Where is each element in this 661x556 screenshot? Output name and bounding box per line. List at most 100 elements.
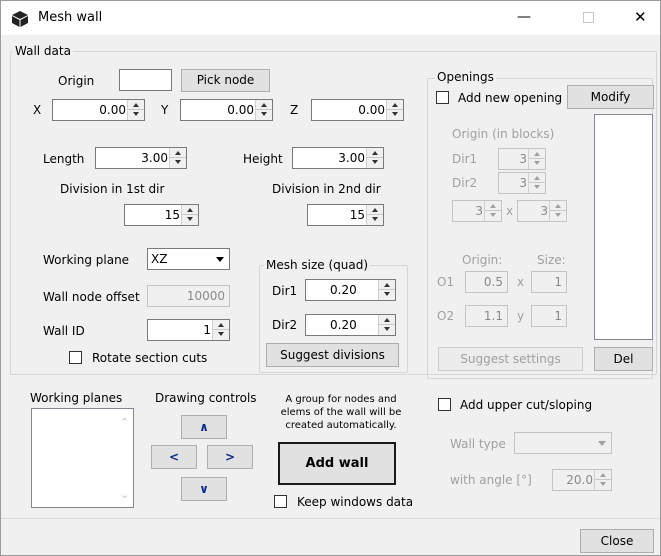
length-spin[interactable] <box>169 148 186 168</box>
size-header: Size: <box>537 253 566 267</box>
opening-size-b-spin[interactable] <box>549 201 566 221</box>
footer-divider <box>1 518 660 519</box>
upper-cut-label: Add upper cut/sloping <box>460 398 593 412</box>
mesh-wall-window: Mesh wall — ✕ Wall data Origin Pick node… <box>0 0 661 556</box>
working-planes-scrollbar[interactable]: ⌃ ⌄ <box>116 409 133 507</box>
o1-x-label: x <box>517 275 525 289</box>
add-wall-button[interactable]: Add wall <box>278 442 396 485</box>
opening-size-a-value: 3 <box>475 204 483 218</box>
opening-dir2-stepper[interactable]: 3 <box>498 172 546 194</box>
rotate-section-checkbox[interactable] <box>69 351 82 364</box>
opening-dir2-spin[interactable] <box>528 173 545 193</box>
height-label: Height <box>243 152 283 166</box>
y-spin[interactable] <box>255 100 272 120</box>
working-planes-label: Working planes <box>30 391 123 405</box>
move-down-button[interactable]: ∨ <box>181 477 227 501</box>
mesh-dir2-spin[interactable] <box>378 315 395 335</box>
origin-blocks-label: Origin (in blocks) <box>452 127 555 141</box>
working-planes-list[interactable]: ⌃ ⌄ <box>31 408 134 508</box>
opening-size-a-spin[interactable] <box>484 201 501 221</box>
x-stepper[interactable]: 0.00 <box>52 99 145 121</box>
opening-dir1-value: 3 <box>519 152 527 166</box>
keep-windows-checkbox[interactable] <box>274 495 287 508</box>
z-spin[interactable] <box>386 100 403 120</box>
working-plane-select[interactable]: XZ <box>147 248 230 270</box>
angle-stepper[interactable]: 20.0 <box>552 469 612 491</box>
move-right-button[interactable]: > <box>207 445 253 469</box>
length-value: 3.00 <box>141 151 168 165</box>
division-2nd-stepper[interactable]: 15 <box>307 204 384 226</box>
wall-data-legend: Wall data <box>13 44 73 58</box>
o2-origin-field: 1.1 <box>465 305 508 327</box>
openings-list[interactable] <box>594 114 653 340</box>
mesh-dir1-stepper[interactable]: 0.20 <box>305 279 396 301</box>
x-value: 0.00 <box>99 103 126 117</box>
mesh-dir1-spin[interactable] <box>378 280 395 300</box>
x-spin[interactable] <box>127 100 144 120</box>
wall-id-spin[interactable] <box>212 320 229 340</box>
o1-size-field: 1 <box>531 271 567 293</box>
move-left-button[interactable]: < <box>151 445 197 469</box>
division-2nd-value: 15 <box>349 208 365 222</box>
origin-input[interactable] <box>119 69 172 91</box>
division-1st-spin[interactable] <box>181 205 198 225</box>
openings-legend: Openings <box>435 70 496 84</box>
height-value: 3.00 <box>338 151 365 165</box>
maximize-button <box>583 12 594 23</box>
chevron-down-icon <box>594 433 611 453</box>
opening-size-b-stepper[interactable]: 3 <box>517 200 567 222</box>
close-button[interactable]: Close <box>580 529 654 553</box>
mesh-dir2-stepper[interactable]: 0.20 <box>305 314 396 336</box>
drawing-controls-label: Drawing controls <box>155 391 257 405</box>
z-value: 0.00 <box>358 103 385 117</box>
upper-cut-checkbox[interactable] <box>438 398 451 411</box>
division-1st-label: Division in 1st dir <box>60 182 165 196</box>
keep-windows-label: Keep windows data <box>297 495 414 509</box>
division-1st-stepper[interactable]: 15 <box>124 204 199 226</box>
angle-value: 20.0 <box>566 473 593 487</box>
suggest-divisions-button[interactable]: Suggest divisions <box>266 343 399 367</box>
length-stepper[interactable]: 3.00 <box>95 147 187 169</box>
window-title: Mesh wall <box>38 10 103 25</box>
x-label: X <box>33 103 42 117</box>
modify-button[interactable]: Modify <box>567 85 654 109</box>
opening-dir2-value: 3 <box>519 176 527 190</box>
node-offset-label: Wall node offset <box>43 290 140 304</box>
height-stepper[interactable]: 3.00 <box>292 147 384 169</box>
z-label: Z <box>290 103 299 117</box>
pick-node-button[interactable]: Pick node <box>181 69 270 92</box>
minimize-button[interactable]: — <box>517 9 531 25</box>
suggest-settings-button[interactable]: Suggest settings <box>438 347 583 371</box>
height-spin[interactable] <box>366 148 383 168</box>
opening-dir1-stepper[interactable]: 3 <box>498 148 546 170</box>
cube-icon <box>12 11 28 27</box>
size-x-separator: x <box>506 204 514 218</box>
opening-dir1-spin[interactable] <box>528 149 545 169</box>
add-opening-checkbox[interactable] <box>436 91 449 104</box>
opening-dir1-label: Dir1 <box>452 152 478 166</box>
wall-id-label: Wall ID <box>43 324 85 338</box>
division-2nd-spin[interactable] <box>366 205 383 225</box>
wall-type-label: Wall type <box>450 437 506 451</box>
node-offset-field: 10000 <box>147 285 230 307</box>
origin-header: Origin: <box>462 253 503 267</box>
mesh-dir1-value: 0.20 <box>330 283 357 297</box>
close-icon[interactable]: ✕ <box>634 9 647 25</box>
division-1st-value: 15 <box>164 208 180 222</box>
wall-id-stepper[interactable]: 1 <box>147 319 230 341</box>
working-plane-label: Working plane <box>43 253 130 267</box>
o2-size-field: 1 <box>531 305 567 327</box>
wall-type-select[interactable] <box>514 432 612 454</box>
move-up-button[interactable]: ∧ <box>181 415 227 439</box>
working-plane-value: XZ <box>151 252 168 266</box>
z-stepper[interactable]: 0.00 <box>311 99 404 121</box>
mesh-size-legend: Mesh size (quad) <box>264 258 371 272</box>
delete-button[interactable]: Del <box>594 347 653 371</box>
division-2nd-label: Division in 2nd dir <box>272 182 381 196</box>
opening-size-a-stepper[interactable]: 3 <box>452 200 502 222</box>
add-opening-label: Add new opening <box>458 91 563 105</box>
y-label: Y <box>161 103 169 117</box>
mesh-dir1-label: Dir1 <box>272 284 298 298</box>
y-stepper[interactable]: 0.00 <box>180 99 273 121</box>
angle-spin[interactable] <box>594 470 611 490</box>
